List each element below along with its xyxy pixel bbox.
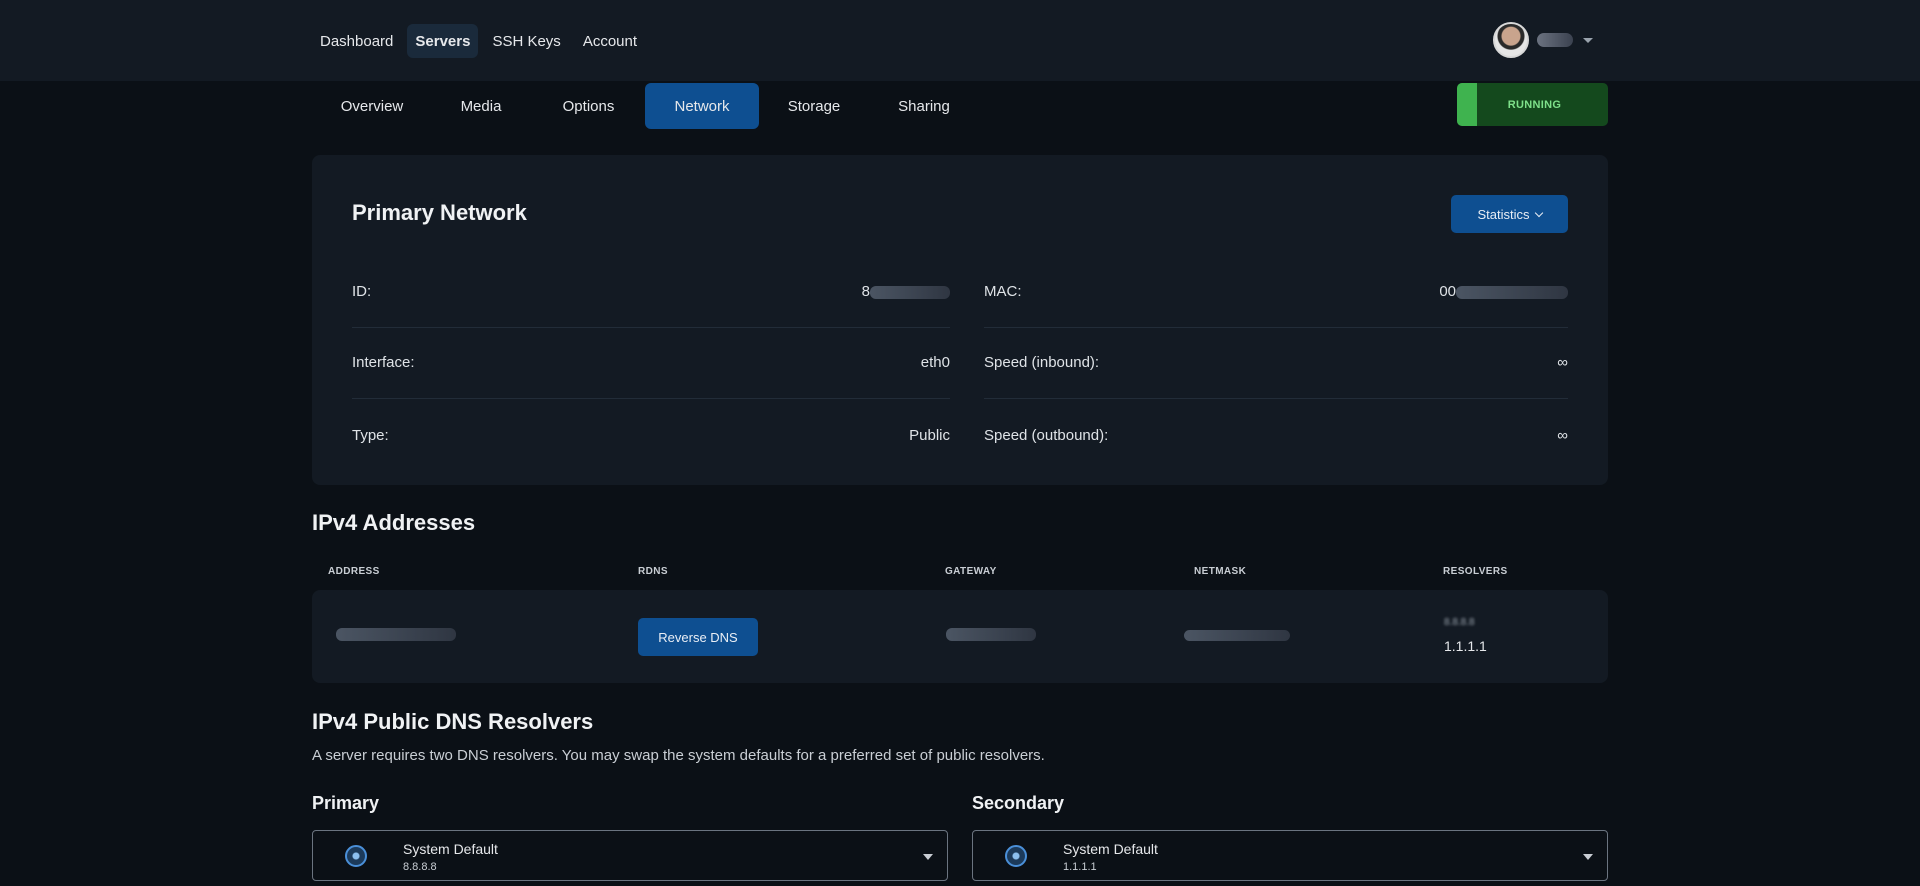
nav-ssh-keys[interactable]: SSH Keys <box>484 24 568 58</box>
mac-value: 00 <box>1439 283 1456 300</box>
tab-storage[interactable]: Storage <box>759 83 869 129</box>
address-value <box>336 628 456 641</box>
redacted-value <box>1456 285 1568 299</box>
speed-inbound-value: ∞ <box>1557 354 1568 371</box>
dns-icon <box>345 845 367 867</box>
tab-overview[interactable]: Overview <box>314 83 430 129</box>
dns-title: IPv4 Public DNS Resolvers <box>312 709 594 734</box>
nav-account[interactable]: Account <box>575 24 645 58</box>
dns-icon <box>1005 845 1027 867</box>
statistics-button[interactable]: Statistics <box>1451 195 1568 233</box>
col-netmask: NETMASK <box>1194 566 1247 577</box>
primary-resolver-select[interactable]: System Default 8.8.8.8 <box>312 830 948 881</box>
col-resolvers: RESOLVERS <box>1443 566 1508 577</box>
field-type: Type: Public <box>352 426 950 444</box>
speed-outbound-value: ∞ <box>1557 426 1568 444</box>
dns-description: A server requires two DNS resolvers. You… <box>312 747 1045 764</box>
field-mac: MAC: 00 <box>984 256 1568 328</box>
resolver-secondary: 1.1.1.1 <box>1444 638 1487 654</box>
interface-value: eth0 <box>920 354 950 371</box>
tab-sharing[interactable]: Sharing <box>869 83 979 129</box>
status-badge: RUNNING <box>1457 83 1608 126</box>
tab-options[interactable]: Options <box>532 83 645 129</box>
field-speed-inbound: Speed (inbound): ∞ <box>984 327 1568 399</box>
chevron-down-icon <box>1534 208 1543 217</box>
type-value: Public <box>909 426 950 444</box>
avatar[interactable] <box>1493 22 1529 58</box>
secondary-label: Secondary <box>972 793 1065 813</box>
primary-network-title: Primary Network <box>352 200 527 225</box>
primary-network-card: Primary Network Statistics ID: 8 MAC: 00… <box>312 155 1608 485</box>
field-interface: Interface: eth0 <box>352 327 950 399</box>
chevron-down-icon[interactable] <box>1583 37 1593 43</box>
col-rdns: RDNS <box>638 566 668 577</box>
netmask-value <box>1184 630 1290 641</box>
tab-network[interactable]: Network <box>645 83 759 129</box>
id-value: 8 <box>861 283 870 300</box>
col-address: ADDRESS <box>328 566 380 577</box>
server-tabs: Overview Media Options Network Storage S… <box>314 83 979 129</box>
ipv4-title: IPv4 Addresses <box>312 510 476 535</box>
nav-dashboard[interactable]: Dashboard <box>312 24 401 58</box>
redacted-value <box>870 285 950 299</box>
col-gateway: GATEWAY <box>945 566 997 577</box>
chevron-down-icon <box>923 854 933 860</box>
primary-label: Primary <box>312 793 380 813</box>
field-id: ID: 8 <box>352 256 950 328</box>
main-nav: Dashboard Servers SSH Keys Account <box>312 24 645 58</box>
top-bar: Dashboard Servers SSH Keys Account e <box>0 0 1920 81</box>
gateway-value <box>946 628 1036 641</box>
table-row: Reverse DNS 8.8.8.8 1.1.1.1 <box>312 590 1608 683</box>
field-speed-outbound: Speed (outbound): ∞ <box>984 426 1568 444</box>
user-name: e <box>1537 33 1573 47</box>
nav-servers[interactable]: Servers <box>407 24 479 58</box>
chevron-down-icon <box>1583 854 1593 860</box>
resolver-primary: 8.8.8.8 <box>1444 617 1475 628</box>
user-menu[interactable]: e <box>1493 22 1593 58</box>
tab-media[interactable]: Media <box>430 83 532 129</box>
secondary-resolver-select[interactable]: System Default 1.1.1.1 <box>972 830 1608 881</box>
reverse-dns-button[interactable]: Reverse DNS <box>638 618 758 656</box>
